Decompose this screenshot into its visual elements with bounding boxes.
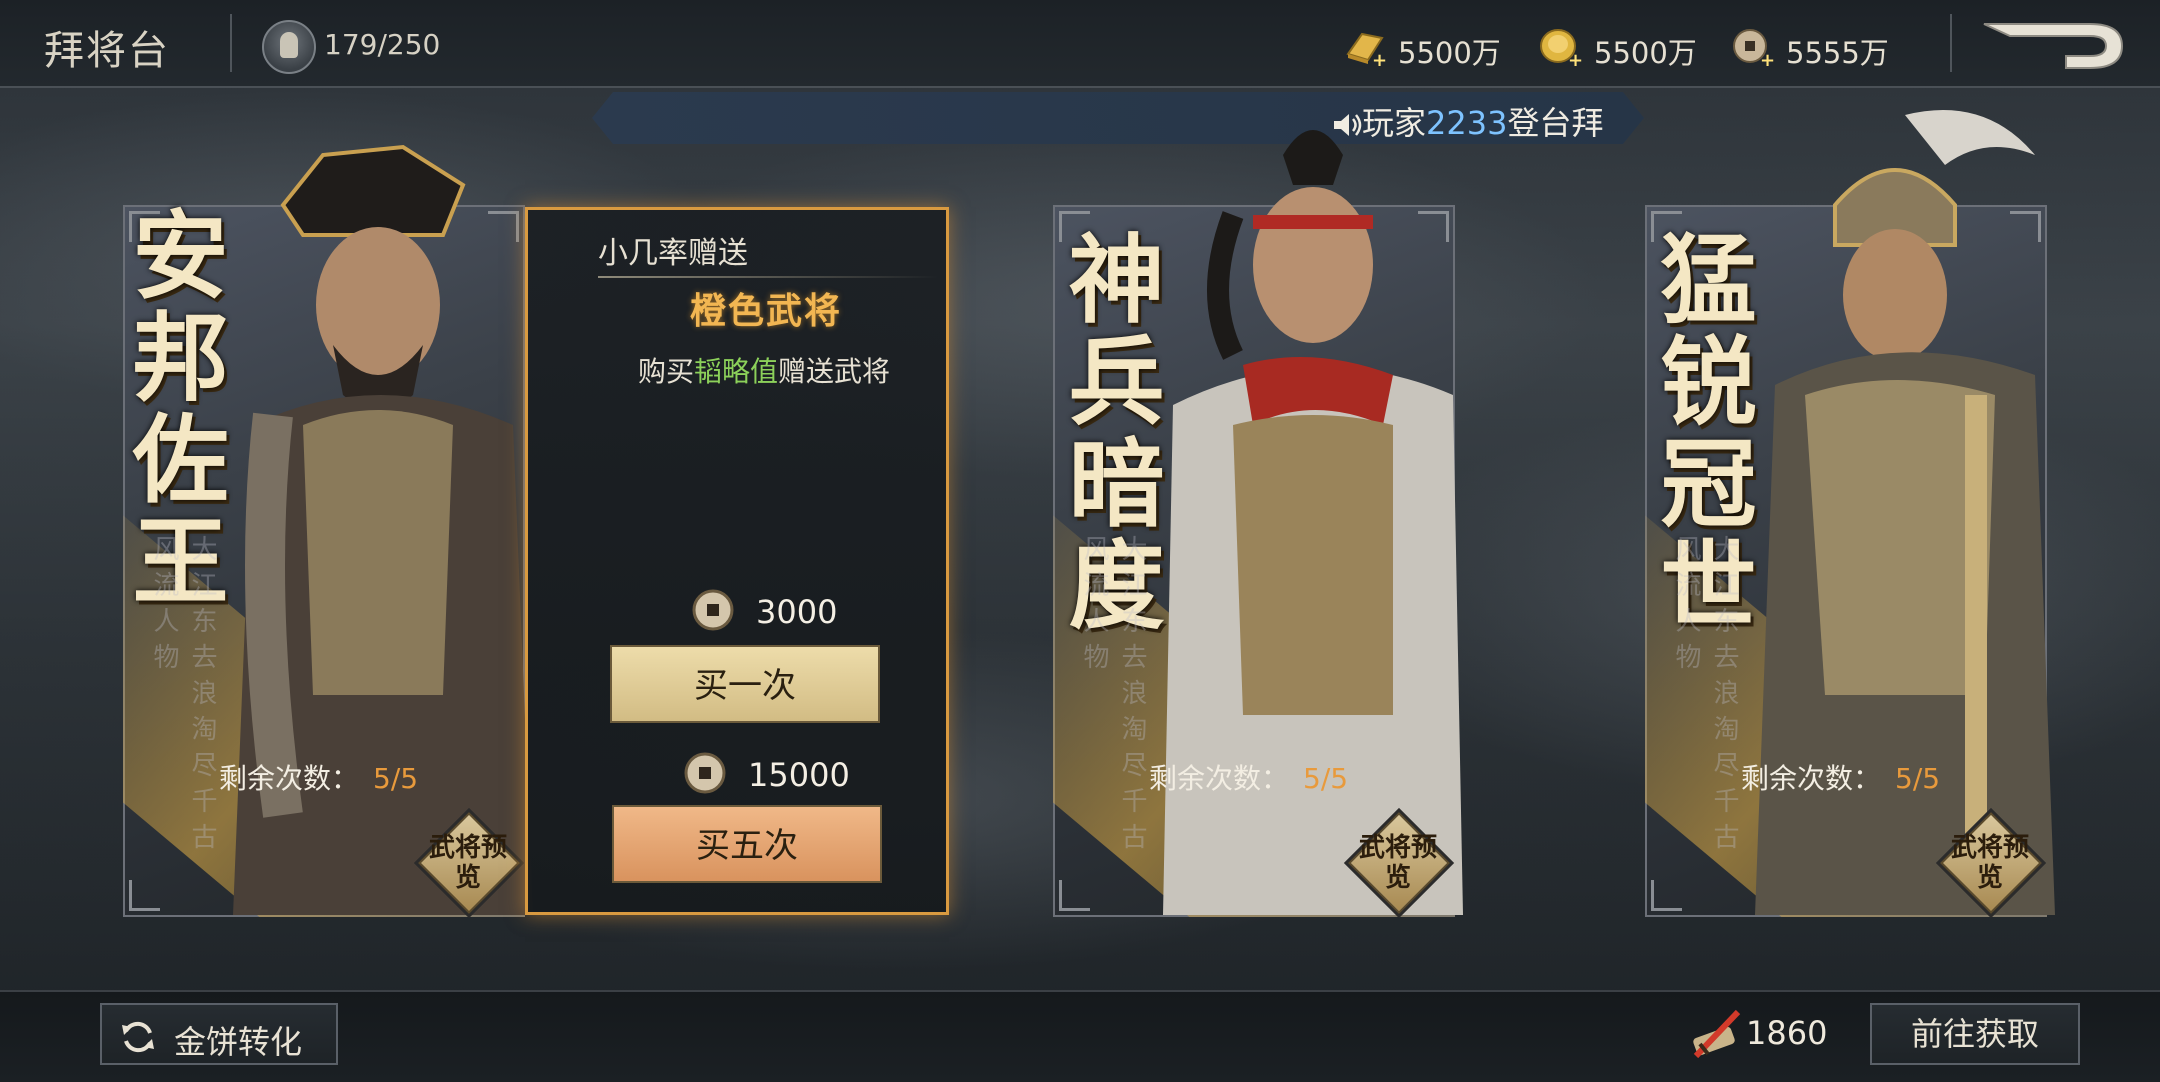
page-title: 拜将台 bbox=[44, 28, 170, 74]
remain-label: 剩余次数： bbox=[1741, 762, 1882, 795]
svg-text:+: + bbox=[1372, 50, 1386, 68]
general-card-2[interactable]: 神兵暗度 大江东去浪淘尽千古风流人物 剩余次数： 5/5 武将预览 bbox=[1052, 130, 1463, 917]
card-poem: 大江东去浪淘尽千古风流人物 bbox=[1079, 535, 1147, 859]
remain-count: 剩余次数： 5/5 bbox=[219, 757, 418, 797]
card-poem: 大江东去浪淘尽千古风流人物 bbox=[1671, 535, 1739, 859]
copper-coin-icon bbox=[684, 752, 726, 794]
general-preview-button[interactable]: 武将预览 bbox=[1940, 812, 2042, 914]
svg-text:+: + bbox=[1760, 50, 1774, 68]
general-preview-button[interactable]: 武将预览 bbox=[1348, 812, 1450, 914]
gift-subtitle: 小几率赠送 bbox=[598, 236, 748, 271]
stamina-value: 179/250 bbox=[324, 28, 441, 61]
copper-coin-icon bbox=[692, 589, 734, 631]
announcement-marquee: 玩家2233登台拜 bbox=[592, 92, 1644, 144]
remain-count: 剩余次数： 5/5 bbox=[1149, 757, 1348, 797]
token-value: 1860 bbox=[1746, 1014, 1828, 1052]
preview-label: 武将预览 bbox=[1358, 833, 1437, 893]
remain-value: 5/5 bbox=[1303, 762, 1349, 795]
corner-ornament bbox=[129, 880, 160, 911]
gold-bar-icon: + bbox=[1346, 32, 1386, 68]
remain-label: 剩余次数： bbox=[1149, 762, 1290, 795]
remain-count: 剩余次数： 5/5 bbox=[1741, 757, 1940, 797]
divider bbox=[230, 14, 232, 72]
gift-desc-prefix: 购买 bbox=[638, 355, 695, 388]
preview-label: 武将预览 bbox=[428, 833, 507, 893]
divider bbox=[1950, 14, 1952, 72]
price-five-value: 15000 bbox=[748, 756, 850, 794]
remain-value: 5/5 bbox=[373, 762, 419, 795]
copper-coin-icon: + bbox=[1733, 29, 1774, 68]
preview-label: 武将预览 bbox=[1950, 833, 2029, 893]
gold-cake-icon: + bbox=[1540, 29, 1582, 68]
price-once-value: 3000 bbox=[756, 593, 838, 631]
buy-once-button[interactable]: 买一次 bbox=[610, 645, 880, 723]
remain-value: 5/5 bbox=[1895, 762, 1941, 795]
goto-obtain-button[interactable]: 前往获取 bbox=[1870, 1003, 2080, 1065]
refresh-icon bbox=[122, 1021, 154, 1053]
svg-text:+: + bbox=[1568, 50, 1582, 68]
general-card-1[interactable]: 安邦佐王 大江东去浪淘尽千古风流人物 剩余次数： 5/5 武将预览 bbox=[116, 144, 533, 917]
marquee-suffix: 登台拜 bbox=[1507, 104, 1604, 138]
corner-ornament bbox=[1059, 880, 1090, 911]
remain-label: 剩余次数： bbox=[219, 762, 360, 795]
sword-scroll-icon bbox=[1693, 1009, 1741, 1059]
top-bar: 拜将台 179/250 + 5500万 + 5500万 + 5555万 bbox=[0, 0, 2160, 88]
buy-five-button[interactable]: 买五次 bbox=[612, 805, 882, 883]
general-card-3[interactable]: 猛锐冠世 大江东去浪淘尽千古风流人物 剩余次数： 5/5 武将预览 bbox=[1644, 110, 2055, 917]
convert-label: 金饼转化 bbox=[174, 1023, 303, 1061]
divider bbox=[598, 276, 938, 278]
corner-ornament bbox=[1651, 880, 1682, 911]
convert-gold-button[interactable]: 金饼转化 bbox=[100, 1003, 338, 1065]
stamina-icon bbox=[262, 20, 316, 74]
general-preview-button[interactable]: 武将预览 bbox=[418, 812, 520, 914]
gift-desc-highlight: 韬略值 bbox=[694, 355, 779, 388]
gold-bar-value: 5500万 bbox=[1398, 36, 1501, 70]
gift-title: 橙色武将 bbox=[690, 291, 843, 332]
back-icon[interactable] bbox=[1980, 18, 2130, 72]
card-poem: 大江东去浪淘尽千古风流人物 bbox=[149, 535, 217, 859]
copper-coin-value: 5555万 bbox=[1786, 36, 1889, 70]
gold-cake-value: 5500万 bbox=[1594, 36, 1697, 70]
gift-description: 购买韬略值赠送武将 bbox=[638, 350, 890, 390]
gift-desc-suffix: 赠送武将 bbox=[778, 355, 891, 388]
